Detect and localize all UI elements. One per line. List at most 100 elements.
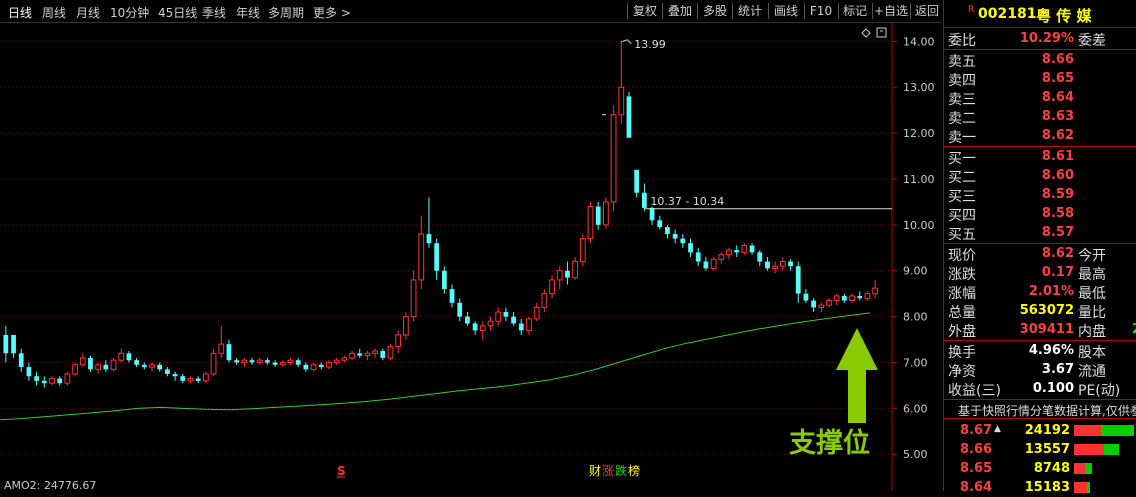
candle-body-up — [118, 352, 125, 361]
y-tick-label: 12.00 — [903, 127, 935, 140]
period-tab-4[interactable]: 45日线 — [158, 4, 197, 21]
quote-panel: R 002181 粤 传 媒 委比 10.29% 委差 卖五 8.66 卖四 8.65… — [943, 0, 1136, 495]
ask-row-0: 卖五 8.66 — [944, 50, 1136, 70]
tick-volume: 13557 — [1024, 442, 1070, 457]
candle-body-up — [364, 352, 371, 357]
quote-row-1-value: 0.17 — [1041, 265, 1074, 280]
tick-row[interactable]: 8.65 8748 — [944, 459, 1136, 478]
period-tab-2[interactable]: 月线 — [76, 4, 100, 21]
tick-row[interactable]: 8.66 13557 — [944, 440, 1136, 459]
y-tick-label: 7.00 — [903, 356, 928, 369]
divider — [944, 27, 1136, 28]
candle-body-up — [349, 352, 355, 359]
candle-body-up — [149, 364, 155, 368]
stat-row-0: 换手 4.96% 股本 — [944, 341, 1136, 361]
tool-button-3[interactable]: 统计 — [732, 3, 767, 19]
period-tab-7[interactable]: 多周期 — [268, 4, 304, 21]
bid-row-3: 买四 8.58 — [944, 204, 1136, 224]
candle-body-up — [110, 359, 117, 370]
candle-body-down — [426, 234, 432, 244]
candle-body-up — [279, 361, 286, 366]
candle-body-down — [511, 316, 516, 324]
quote-row-3-label2: 量比 — [1078, 305, 1106, 321]
period-tab-3[interactable]: 10分钟 — [110, 4, 149, 21]
candle-body-down — [441, 270, 447, 290]
weicha-label: 委差 — [1078, 33, 1106, 49]
period-tab-6[interactable]: 年线 — [236, 4, 260, 21]
candle-body-up — [372, 350, 378, 354]
candle-body-up — [256, 359, 263, 363]
candle-body-down — [26, 367, 32, 377]
quote-row-2-label: 涨幅 — [948, 286, 976, 302]
stat-row-1-label2: 流通 — [1078, 364, 1106, 380]
candle-body-down — [757, 252, 763, 262]
ask-row-1-label: 卖四 — [948, 73, 976, 89]
candle-body-down — [634, 169, 640, 193]
y-tick-label: 9.00 — [903, 265, 928, 278]
bid-row-0-label: 买一 — [948, 151, 976, 167]
period-tab-8[interactable]: 更多 > — [313, 4, 351, 21]
candle-body-down — [626, 96, 632, 138]
candle-body-up — [495, 311, 502, 322]
tool-button-1[interactable]: 叠加 — [662, 3, 697, 19]
candle-body-up — [533, 306, 540, 320]
stock-header: R 002181 粤 传 媒 — [944, 2, 1136, 25]
candle-body-down — [518, 323, 524, 331]
candle-body-down — [41, 380, 47, 384]
ask-row-1-value: 8.65 — [1041, 71, 1074, 86]
bid-row-3-label: 买四 — [948, 208, 976, 224]
support-arrow — [836, 328, 878, 423]
period-tab-1[interactable]: 周线 — [42, 4, 66, 21]
disclaimer-note: 基于快照行情分笔数据计算,仅供参 — [958, 404, 1136, 418]
tick-volume: 15183 — [1024, 480, 1070, 495]
quote-row-4-label: 外盘 — [948, 324, 976, 340]
candle-body-down — [703, 261, 709, 269]
candle-body-down — [734, 250, 740, 253]
candle-body-up — [603, 201, 609, 226]
tick-buy-bar — [1074, 463, 1085, 474]
candle-body-up — [826, 300, 832, 306]
period-tab-0[interactable]: 日线 — [8, 4, 32, 21]
event-tag: 榜 — [628, 463, 640, 478]
tick-arrow: ▲ — [994, 424, 1001, 434]
tick-row[interactable]: 8.67 ▲ 24192 — [944, 421, 1136, 440]
quote-row-4: 外盘 309411 内盘 2 — [944, 320, 1136, 340]
candle-body-up — [610, 114, 617, 203]
ask-row-2: 卖三 8.64 — [944, 88, 1136, 108]
divider — [944, 399, 1136, 400]
candle-body-down — [449, 289, 455, 303]
event-tag: 跌 — [615, 463, 627, 478]
bid-row-4-label: 买五 — [948, 227, 976, 243]
candle-body-up — [402, 316, 409, 336]
candle-body-up — [572, 261, 579, 279]
bid-row-2-value: 8.59 — [1041, 187, 1074, 202]
candle-body-down — [357, 353, 363, 356]
ask-row-1: 卖四 8.65 — [944, 69, 1136, 89]
weibi-label: 委比 — [948, 33, 976, 49]
event-tag: 财 — [589, 464, 601, 478]
kline-chart[interactable]: 14.00 13.00 12.00 11.00 10.00 9.00 8.00 7.00 6.0… — [0, 23, 942, 491]
candle-body-up — [241, 359, 248, 363]
tick-sell-bar — [1104, 444, 1119, 455]
stat-row-2-label: 收益(三) — [948, 383, 1001, 399]
tool-button-7[interactable]: +自选 — [872, 3, 909, 19]
candle-body-up — [187, 378, 194, 382]
candle-body-down — [765, 261, 770, 269]
tool-button-8[interactable]: 返回 — [910, 3, 943, 19]
candle-body-down — [688, 243, 693, 253]
tool-button-6[interactable]: 标记 — [838, 3, 871, 19]
tool-button-0[interactable]: 复权 — [627, 3, 662, 19]
ask-row-3-label: 卖二 — [948, 111, 976, 127]
y-tick-label: 14.00 — [903, 35, 935, 48]
candle-body-up — [587, 206, 594, 240]
tool-button-2[interactable]: 多股 — [697, 3, 732, 19]
candle-body-down — [380, 351, 386, 358]
tick-row[interactable]: 8.64 15183 — [944, 478, 1136, 497]
tool-button-5[interactable]: F10 — [804, 3, 837, 19]
tick-volume: 8748 — [1033, 461, 1070, 476]
period-tab-5[interactable]: 季线 — [202, 4, 226, 21]
candle-body-up — [64, 373, 71, 384]
y-tick-label: 13.00 — [903, 81, 935, 94]
tool-button-4[interactable]: 画线 — [768, 3, 803, 19]
ma-line — [0, 312, 871, 421]
